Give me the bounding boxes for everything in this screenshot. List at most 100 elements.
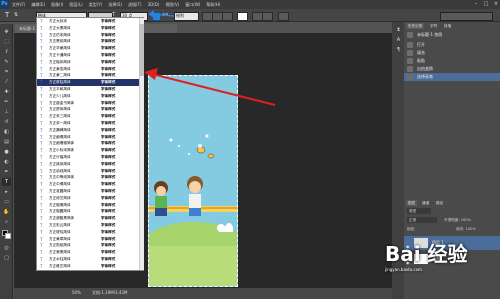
font-list-item[interactable]: T 方正美黑简体 字体样式 — [37, 249, 140, 256]
history-item-selected[interactable]: 选择画笔 — [404, 73, 500, 81]
menu-edit[interactable]: 编辑(E) — [28, 2, 48, 8]
align-right-button[interactable] — [222, 12, 233, 21]
zoom-level[interactable]: 50% — [72, 290, 81, 295]
font-family-dropdown[interactable]: T 方正大标宋 字体样式 T 方正大黑简体 字体样式 T 方正仿宋简体 字体样式 T 方正黑体简体字… — [36, 17, 144, 271]
eyedropper-tool-icon[interactable]: ⁄ — [2, 78, 11, 86]
history-brush-icon[interactable]: ↺ — [2, 118, 11, 126]
tab-layers[interactable]: 图层 — [406, 200, 418, 206]
font-list-item[interactable]: T 方正宋三简体 字体样式 — [37, 113, 140, 120]
blend-mode-select[interactable]: 正常 — [407, 217, 437, 223]
marquee-tool-icon[interactable]: ⬚ — [2, 38, 11, 46]
anti-alias-select[interactable]: 锐利 — [174, 12, 199, 21]
text-tool-icon[interactable]: T — [2, 178, 11, 186]
opacity-field[interactable]: 不透明度: 100% — [444, 217, 471, 223]
font-list-item[interactable]: T 方正少儿简体 字体样式 — [37, 93, 140, 100]
clone-stamp-icon[interactable]: ⊥ — [2, 108, 11, 116]
history-item[interactable]: 粘贴 — [404, 57, 500, 65]
font-list-item[interactable]: T 方正稚艺简体 字体样式 — [37, 263, 140, 270]
workspace-select[interactable] — [440, 12, 493, 21]
history-item[interactable]: 填充 — [404, 49, 500, 57]
menu-view[interactable]: 视图(V) — [162, 2, 182, 8]
font-list-item[interactable]: T 方正彩云简体 字体样式 — [37, 222, 140, 229]
quick-select-tool-icon[interactable]: ✎ — [2, 58, 11, 66]
dodge-tool-icon[interactable]: ◐ — [2, 158, 11, 166]
font-list-item[interactable]: T 方正仿宋简体 字体样式 — [37, 32, 140, 39]
font-list-item[interactable]: T 方正准圆简体 字体样式 — [37, 188, 140, 195]
font-list-item[interactable]: T 方正胖娃简体 字体样式 — [37, 79, 140, 86]
text-color-swatch[interactable] — [237, 12, 248, 21]
font-list-item[interactable]: T 方正魏碑简体 字体样式 — [37, 127, 140, 134]
gradient-tool-icon[interactable]: ▤ — [2, 138, 11, 146]
menu-file[interactable]: 文件(F) — [9, 2, 28, 8]
menu-window[interactable]: 窗口(W) — [182, 2, 203, 8]
menu-type[interactable]: 类型(Y) — [86, 2, 106, 8]
font-list-item[interactable]: T 方正黄草简体 字体样式 — [37, 236, 140, 243]
shape-tool-icon[interactable]: ▭ — [2, 198, 11, 206]
background-color-swatch[interactable] — [5, 233, 11, 239]
toggle-orientation-icon[interactable]: ⇅ — [14, 11, 18, 20]
menu-layer[interactable]: 图层(L) — [66, 2, 85, 8]
paragraph-panel-icon[interactable]: ¶ — [394, 46, 403, 54]
font-list-item[interactable]: T 方正大标宋 字体样式 — [37, 18, 140, 25]
hand-tool-icon[interactable]: ✋ — [2, 208, 11, 216]
font-list-item[interactable]: T 方正行楷简体 字体样式 — [37, 154, 140, 161]
history-item[interactable]: 打开 — [404, 41, 500, 49]
blur-tool-icon[interactable]: ● — [2, 148, 11, 156]
font-list-item[interactable]: T 方正黑体简体 字体样式 — [37, 38, 140, 45]
font-list-item[interactable]: T 方正超粗黑简体 字体样式 — [37, 215, 140, 222]
font-list-item[interactable]: T 方正瘦金书简体 字体样式 — [37, 100, 140, 107]
brush-tool-icon[interactable]: ✏ — [2, 98, 11, 106]
font-list-item[interactable]: T 方正舒体简体 字体样式 — [37, 106, 140, 113]
character-panel-icon[interactable]: A — [394, 36, 403, 44]
move-tool-icon[interactable]: ✥ — [2, 28, 11, 36]
font-list-item[interactable]: T 方正细珊瑚简体 字体样式 — [37, 140, 140, 147]
menu-image[interactable]: 图像(I) — [48, 2, 66, 8]
font-list-item[interactable]: T 方正粗倩简体 字体样式 — [37, 202, 140, 209]
tab-paragraph[interactable]: 段落 — [442, 23, 453, 29]
layer-filter-select[interactable]: 类型 — [407, 208, 431, 214]
eraser-tool-icon[interactable]: ◧ — [2, 128, 11, 136]
quick-mask-icon[interactable]: ◎ — [2, 244, 11, 252]
menu-help[interactable]: 帮助(H) — [203, 2, 223, 8]
path-select-icon[interactable]: ▸ — [2, 188, 11, 196]
tab-channels[interactable]: 通道 — [420, 200, 431, 206]
font-list-item[interactable]: T 方正琥珀简体 字体样式 — [37, 229, 140, 236]
font-list-item[interactable]: T 方正隶变简体 字体样式 — [37, 66, 140, 73]
font-list-item[interactable]: T 方正平和简体 字体样式 — [37, 86, 140, 93]
close-icon[interactable]: × — [492, 1, 500, 8]
tab-character[interactable]: 字符 — [428, 23, 439, 29]
font-list-item[interactable]: T 方正剪纸简体 字体样式 — [37, 242, 140, 249]
font-list-item[interactable]: T 方正中等线简体 字体样式 — [37, 174, 140, 181]
pen-tool-icon[interactable]: ✒ — [2, 168, 11, 176]
fill-field[interactable]: 填充: 100% — [456, 226, 476, 232]
history-panel-icon[interactable]: ⧗ — [394, 26, 403, 34]
zoom-tool-icon[interactable]: ⌕ — [2, 218, 11, 226]
tab-history[interactable]: 历史记录 — [406, 23, 425, 29]
font-list-item[interactable]: T 方正水柱简体 字体样式 — [37, 256, 140, 263]
3d-button[interactable] — [278, 12, 289, 21]
font-list-item[interactable]: T 方正姚体简体 字体样式 — [37, 161, 140, 168]
type-tool-icon[interactable]: T — [5, 11, 9, 20]
font-list-item[interactable]: T 方正粗圆简体 字体样式 — [37, 208, 140, 215]
menu-select[interactable]: 选择(S) — [105, 2, 125, 8]
crop-tool-icon[interactable]: ⌗ — [2, 68, 11, 76]
font-list-item[interactable]: T 方正楷体简体 字体样式 — [37, 59, 140, 66]
font-list-item[interactable]: T 方正隶二简体 字体样式 — [37, 72, 140, 79]
font-list-item[interactable]: T 方正幼线简体 字体样式 — [37, 168, 140, 175]
font-list-item[interactable]: T 方正宋一简体 字体样式 — [37, 120, 140, 127]
minimize-icon[interactable]: – — [472, 1, 480, 8]
font-list-item[interactable]: T 方正细倩简体 字体样式 — [37, 134, 140, 141]
screen-mode-icon[interactable]: ▢ — [2, 254, 11, 262]
font-list-item[interactable]: T 方正卡通简体 字体样式 — [37, 52, 140, 59]
history-snapshot[interactable]: 未标题-1 快照 — [404, 31, 500, 39]
font-list-item[interactable]: T 方正华隶简体 字体样式 — [37, 45, 140, 52]
history-item[interactable]: 自由变换 — [404, 65, 500, 73]
maximize-icon[interactable]: □ — [482, 1, 490, 8]
font-list-item[interactable]: T 方正小标宋简体 字体样式 — [37, 147, 140, 154]
tab-paths[interactable]: 路径 — [434, 200, 445, 206]
character-panel-button[interactable] — [262, 12, 273, 21]
menu-filter[interactable]: 滤镜(T) — [125, 2, 145, 8]
menu-3d[interactable]: 3D(D) — [145, 2, 163, 7]
font-list-item[interactable]: T 方正大黑简体 字体样式 — [37, 25, 140, 32]
lasso-tool-icon[interactable]: ℓ — [2, 48, 11, 56]
